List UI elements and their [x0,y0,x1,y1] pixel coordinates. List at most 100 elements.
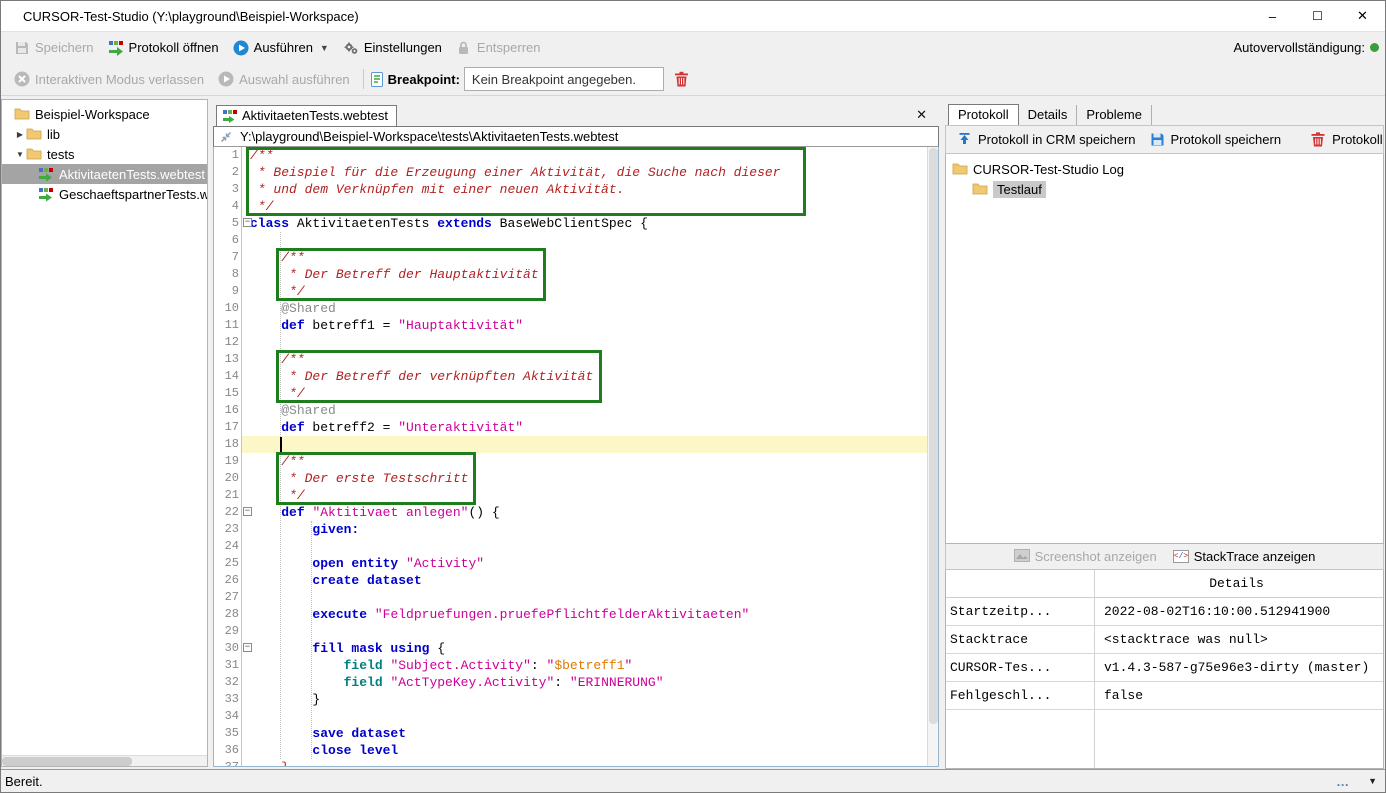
log-testlauf-item[interactable]: Testlauf [946,179,1383,199]
code-editor[interactable]: 1/**2 * Beispiel für die Erzeugung einer… [213,147,939,767]
play-circle-gray-icon [218,71,234,87]
code-line-2[interactable]: 2 * Beispiel für die Erzeugung einer Akt… [214,164,927,181]
code-line-35[interactable]: 35 save dataset [214,725,927,742]
run-dropdown-icon[interactable]: ▼ [320,43,329,53]
save-protocol-crm-button[interactable]: Protokoll in CRM speichern [952,129,1141,151]
tab-details[interactable]: Details [1019,105,1078,125]
file-path: Y:\playground\Beispiel-Workspace\tests\A… [240,129,618,144]
line-number-gutter: 29 [214,623,242,640]
code-line-13[interactable]: 13 /** [214,351,927,368]
leave-interactive-button[interactable]: Interaktiven Modus verlassen [7,67,211,91]
code-line-1[interactable]: 1/** [214,147,927,164]
details-row[interactable]: Startzeitp... 2022-08-02T16:10:00.512941… [946,598,1383,626]
code-line-10[interactable]: 10 @Shared [214,300,927,317]
show-stacktrace-button[interactable]: </> StackTrace anzeigen [1173,549,1316,564]
tree-item-lib[interactable]: ▶ lib [2,124,207,144]
minimize-button[interactable]: – [1250,1,1295,31]
scrollbar-thumb[interactable] [2,757,132,766]
expander-icon[interactable]: ▼ [14,150,26,159]
details-header-row: Details [946,570,1383,598]
trash-icon [1311,132,1327,148]
workspace-sidebar: Beispiel-Workspace ▶ lib ▼ tests Ak [1,96,208,769]
save-protocol-label: Protokoll speichern [1171,132,1282,147]
lock-icon [456,40,472,56]
status-dropdown-icon[interactable]: ▼ [1368,776,1377,786]
details-row[interactable]: CURSOR-Tes... v1.4.3-587-g75e96e3-dirty … [946,654,1383,682]
line-number-gutter: 10 [214,300,242,317]
code-line-20[interactable]: 20 * Der erste Testschritt [214,470,927,487]
code-line-27[interactable]: 27 [214,589,927,606]
breakpoint-label: Breakpoint: [388,72,460,87]
tab-protokoll[interactable]: Protokoll [948,104,1019,125]
code-line-34[interactable]: 34 [214,708,927,725]
editor-close-icon[interactable]: ✕ [916,107,927,123]
code-line-22[interactable]: 22− def "Aktitivaet anlegen"() { [214,504,927,521]
code-line-36[interactable]: 36 close level [214,742,927,759]
code-line-19[interactable]: 19 /** [214,453,927,470]
save-protocol-button[interactable]: Protokoll speichern [1145,129,1287,151]
fold-marker-icon[interactable]: − [243,507,252,516]
code-line-15[interactable]: 15 */ [214,385,927,402]
code-line-6[interactable]: 6 [214,232,927,249]
overflow-icon[interactable]: … [1336,774,1350,789]
settings-button[interactable]: Einstellungen [336,36,449,60]
log-root-item[interactable]: CURSOR-Test-Studio Log [946,159,1383,179]
tab-aktivitaetentests[interactable]: AktivitaetenTests.webtest [216,105,397,126]
tree-item-aktivitaetentests[interactable]: AktivitaetenTests.webtest [2,164,207,184]
code-line-23[interactable]: 23 given: [214,521,927,538]
code-line-3[interactable]: 3 * und dem Verknüpfen mit einer neuen A… [214,181,927,198]
clear-protocol-button[interactable]: Protokoll leeren [1306,129,1385,151]
fold-marker-icon[interactable]: − [243,643,252,652]
expander-icon[interactable]: ▶ [14,130,26,139]
editor-vertical-scrollbar[interactable] [927,147,938,766]
code-line-8[interactable]: 8 * Der Betreff der Hauptaktivität [214,266,927,283]
line-number-gutter: 12 [214,334,242,351]
line-number-gutter: 35 [214,725,242,742]
show-screenshot-button[interactable]: Screenshot anzeigen [1014,549,1157,565]
code-line-28[interactable]: 28 execute "Feldpruefungen.pruefePflicht… [214,606,927,623]
code-line-12[interactable]: 12 [214,334,927,351]
code-line-37[interactable]: 37 } [214,759,927,766]
code-line-14[interactable]: 14 * Der Betreff der verknüpften Aktivit… [214,368,927,385]
code-line-7[interactable]: 7 /** [214,249,927,266]
unlock-button[interactable]: Entsperren [449,36,548,60]
code-line-17[interactable]: 17 def betreff2 = "Unteraktivität" [214,419,927,436]
code-line-25[interactable]: 25 open entity "Activity" [214,555,927,572]
tab-probleme[interactable]: Probleme [1077,105,1152,125]
code-line-5[interactable]: 5−class AktivitaetenTests extends BaseWe… [214,215,927,232]
maximize-button[interactable]: ☐ [1295,1,1340,31]
code-line-30[interactable]: 30− fill mask using { [214,640,927,657]
breakpoint-input[interactable] [464,67,664,91]
code-line-29[interactable]: 29 [214,623,927,640]
scrollbar-thumb[interactable] [929,148,938,724]
tree-item-geschaeftspartnertests[interactable]: GeschaeftspartnerTests.we [2,184,207,204]
code-line-11[interactable]: 11 def betreff1 = "Hauptaktivität" [214,317,927,334]
code-line-9[interactable]: 9 */ [214,283,927,300]
code-line-21[interactable]: 21 */ [214,487,927,504]
code-line-32[interactable]: 32 field "ActTypeKey.Activity": "ERINNER… [214,674,927,691]
open-protocol-button[interactable]: Protokoll öffnen [101,36,226,60]
fold-marker-icon[interactable]: − [243,218,252,227]
log-testlauf-label: Testlauf [993,181,1046,198]
tree-item-tests[interactable]: ▼ tests [2,144,207,164]
line-number-gutter: 6 [214,232,242,249]
clear-breakpoint-trash-icon[interactable] [674,71,690,87]
code-line-31[interactable]: 31 field "Subject.Activity": "$betreff1" [214,657,927,674]
close-button[interactable]: ✕ [1340,1,1385,31]
run-button[interactable]: Ausführen ▼ [226,36,336,60]
run-selection-button[interactable]: Auswahl ausführen [211,67,357,91]
details-row[interactable]: Stacktrace <stacktrace was null> [946,626,1383,654]
details-row[interactable]: Fehlgeschl... false [946,682,1383,710]
editor-pathbar: Y:\playground\Beispiel-Workspace\tests\A… [213,126,939,147]
code-line-16[interactable]: 16 @Shared [214,402,927,419]
code-line-18[interactable]: 18 [214,436,927,453]
code-line-26[interactable]: 26 create dataset [214,572,927,589]
code-line-33[interactable]: 33 } [214,691,927,708]
sidebar-horizontal-scrollbar[interactable] [2,755,207,766]
image-icon [1014,549,1030,565]
save-button[interactable]: Speichern [7,36,101,60]
collapse-icon[interactable] [220,131,232,143]
code-line-24[interactable]: 24 [214,538,927,555]
code-line-4[interactable]: 4 */ [214,198,927,215]
tree-item-workspace-root[interactable]: Beispiel-Workspace [2,104,207,124]
